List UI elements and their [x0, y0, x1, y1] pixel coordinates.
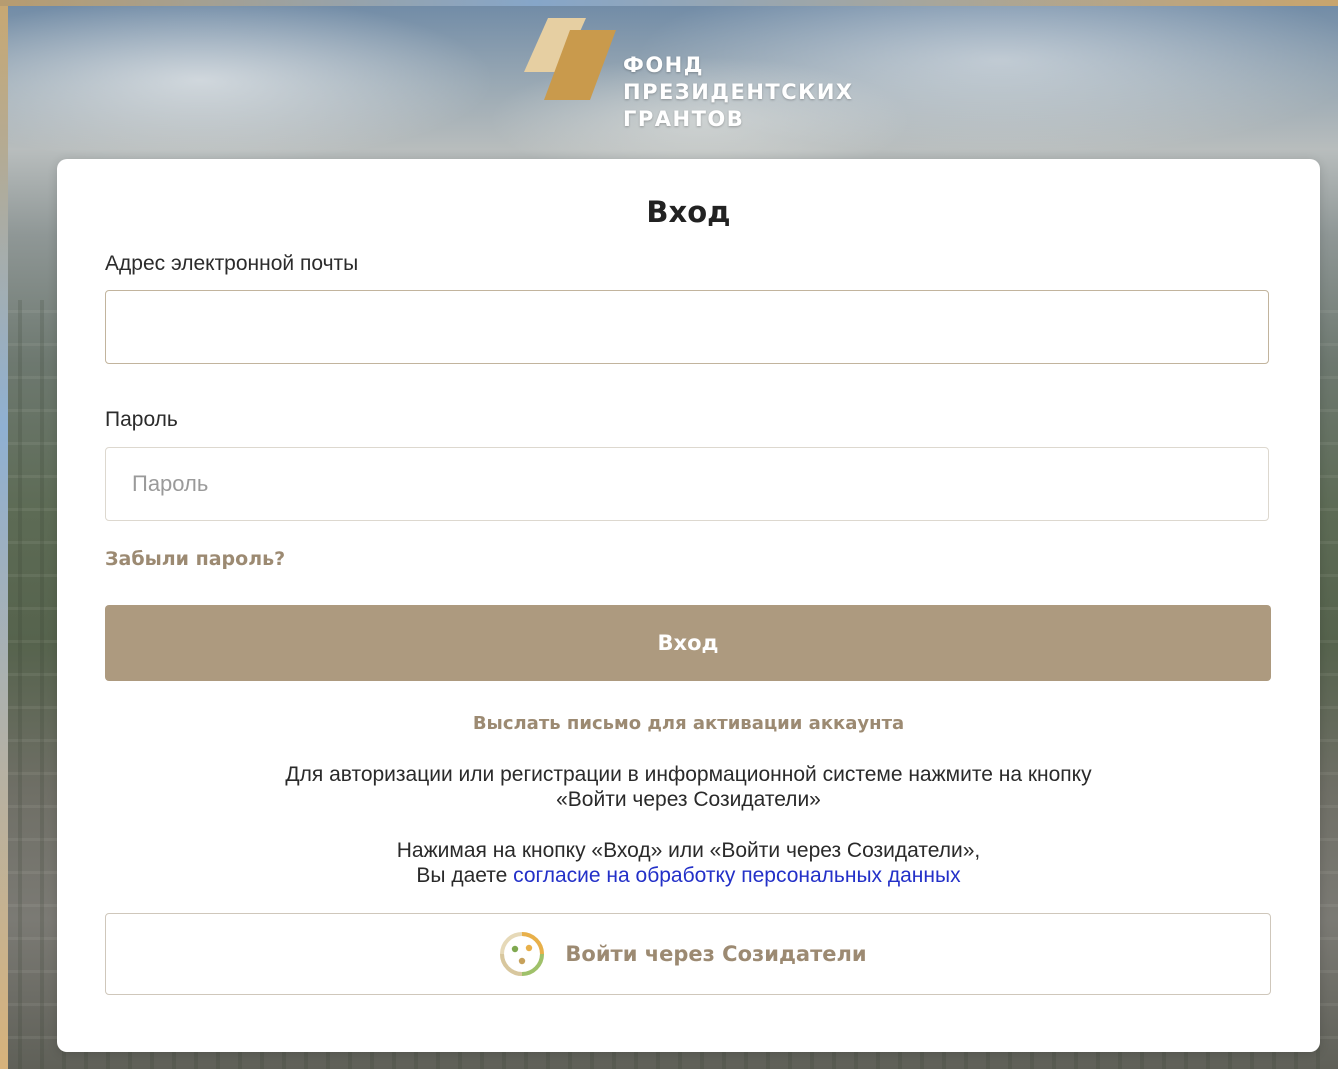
sozidateli-login-button[interactable]: Войти через Созидатели	[105, 913, 1271, 995]
consent-info-line-2: Вы даете согласие на обработку персональ…	[57, 863, 1320, 888]
login-button[interactable]: Вход	[105, 605, 1271, 681]
logo-text: ФОНД ПРЕЗИДЕНТСКИХ ГРАНТОВ	[623, 52, 854, 133]
password-field[interactable]	[105, 447, 1269, 521]
sozidateli-logo-icon	[500, 932, 545, 976]
logo-line-2: ПРЕЗИДЕНТСКИХ	[623, 80, 854, 104]
send-activation-link[interactable]: Выслать письмо для активации аккаунта	[57, 713, 1320, 734]
login-card: Вход Адрес электронной почты Пароль Забы…	[57, 159, 1320, 1052]
logo: ФОНД ПРЕЗИДЕНТСКИХ ГРАНТОВ	[524, 18, 864, 136]
page-title: Вход	[646, 195, 731, 229]
logo-line-1: ФОНД	[623, 53, 704, 77]
consent-link[interactable]: согласие на обработку персональных данны…	[513, 864, 960, 887]
consent-info-line-1: Нажимая на кнопку «Вход» или «Войти чере…	[396, 839, 981, 862]
password-label: Пароль	[105, 408, 178, 431]
email-label: Адрес электронной почты	[105, 252, 359, 275]
consent-info-prefix: Вы даете	[416, 864, 514, 887]
auth-info-line-2: «Войти через Созидатели»	[556, 788, 821, 811]
email-field[interactable]	[105, 290, 1269, 364]
consent-info-text: Нажимая на кнопку «Вход» или «Войти чере…	[57, 838, 1320, 888]
logo-mark-icon	[524, 18, 616, 100]
logo-line-3: ГРАНТОВ	[623, 107, 745, 131]
forgot-password-link[interactable]: Забыли пароль?	[105, 548, 285, 570]
background-frame-top	[0, 0, 1338, 6]
background-frame-left	[0, 0, 8, 1069]
sozidateli-button-label: Войти через Созидатели	[565, 942, 867, 966]
auth-info-text: Для авторизации или регистрации в информ…	[57, 762, 1320, 812]
auth-info-line-1: Для авторизации или регистрации в информ…	[285, 763, 1092, 786]
